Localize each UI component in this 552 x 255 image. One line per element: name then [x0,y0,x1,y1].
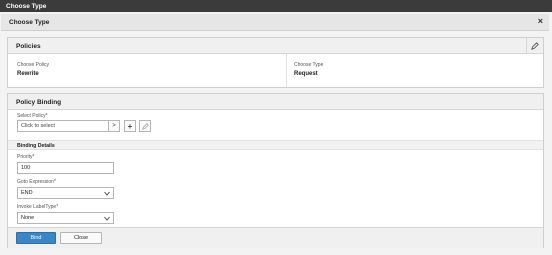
choose-type-label: Choose Type [294,62,324,68]
window-titlebar: Choose Type [0,0,552,12]
priority-input[interactable]: 100 [17,162,114,174]
window-title: Choose Type [6,3,47,10]
binding-details-header: Binding Details [8,140,543,150]
chevron-right-icon: > [112,123,116,129]
policies-panel: Policies Choose Policy Rewrite Choose Ty… [7,37,544,88]
policy-binding-panel: Policy Binding Select Policy* Click to s… [7,93,544,248]
choose-policy-value: Rewrite [17,71,39,77]
policies-title: Policies [16,43,41,50]
goto-expression-select[interactable]: END [17,187,114,199]
add-policy-button[interactable]: + [124,120,136,132]
choose-policy-group: Choose Policy Rewrite [17,62,49,77]
plus-icon: + [127,121,133,131]
invoke-labeltype-value: None [21,215,35,221]
goto-expression-label: Goto Expression* [17,179,56,185]
edit-policy-button[interactable] [139,120,151,132]
column-divider [286,54,287,87]
bind-button[interactable]: Bind [16,232,56,244]
pencil-icon [141,122,149,130]
close-icon[interactable]: × [538,17,543,26]
select-arrow-button[interactable]: > [108,120,120,132]
choose-type-group: Choose Type Request [294,62,323,77]
select-policy-placeholder: Click to select [21,123,55,129]
goto-expression-value: END [21,190,33,196]
policies-header: Policies [8,38,543,54]
policy-binding-title: Policy Binding [16,99,62,106]
pencil-icon [531,41,539,50]
chevron-down-icon [104,191,110,196]
invoke-labeltype-label: Invoke LabelType* [17,204,59,210]
binding-details-title: Binding Details [17,143,55,149]
policy-binding-header: Policy Binding [8,94,543,110]
close-button[interactable]: Close [60,232,102,244]
dialog-footer: Bind Close [8,227,543,248]
select-policy-input[interactable]: Click to select [17,120,109,132]
invoke-labeltype-select[interactable]: None [17,212,114,224]
chevron-down-icon [104,216,110,221]
choose-policy-label: Choose Policy [17,62,49,68]
edit-button[interactable] [526,38,543,53]
choose-type-value: Request [294,71,318,77]
dialog-title: Choose Type [9,19,50,26]
priority-label: Priority* [17,154,35,160]
dialog-header: Choose Type × [1,14,549,31]
select-policy-label: Select Policy* [17,113,48,119]
priority-value: 100 [21,165,31,171]
